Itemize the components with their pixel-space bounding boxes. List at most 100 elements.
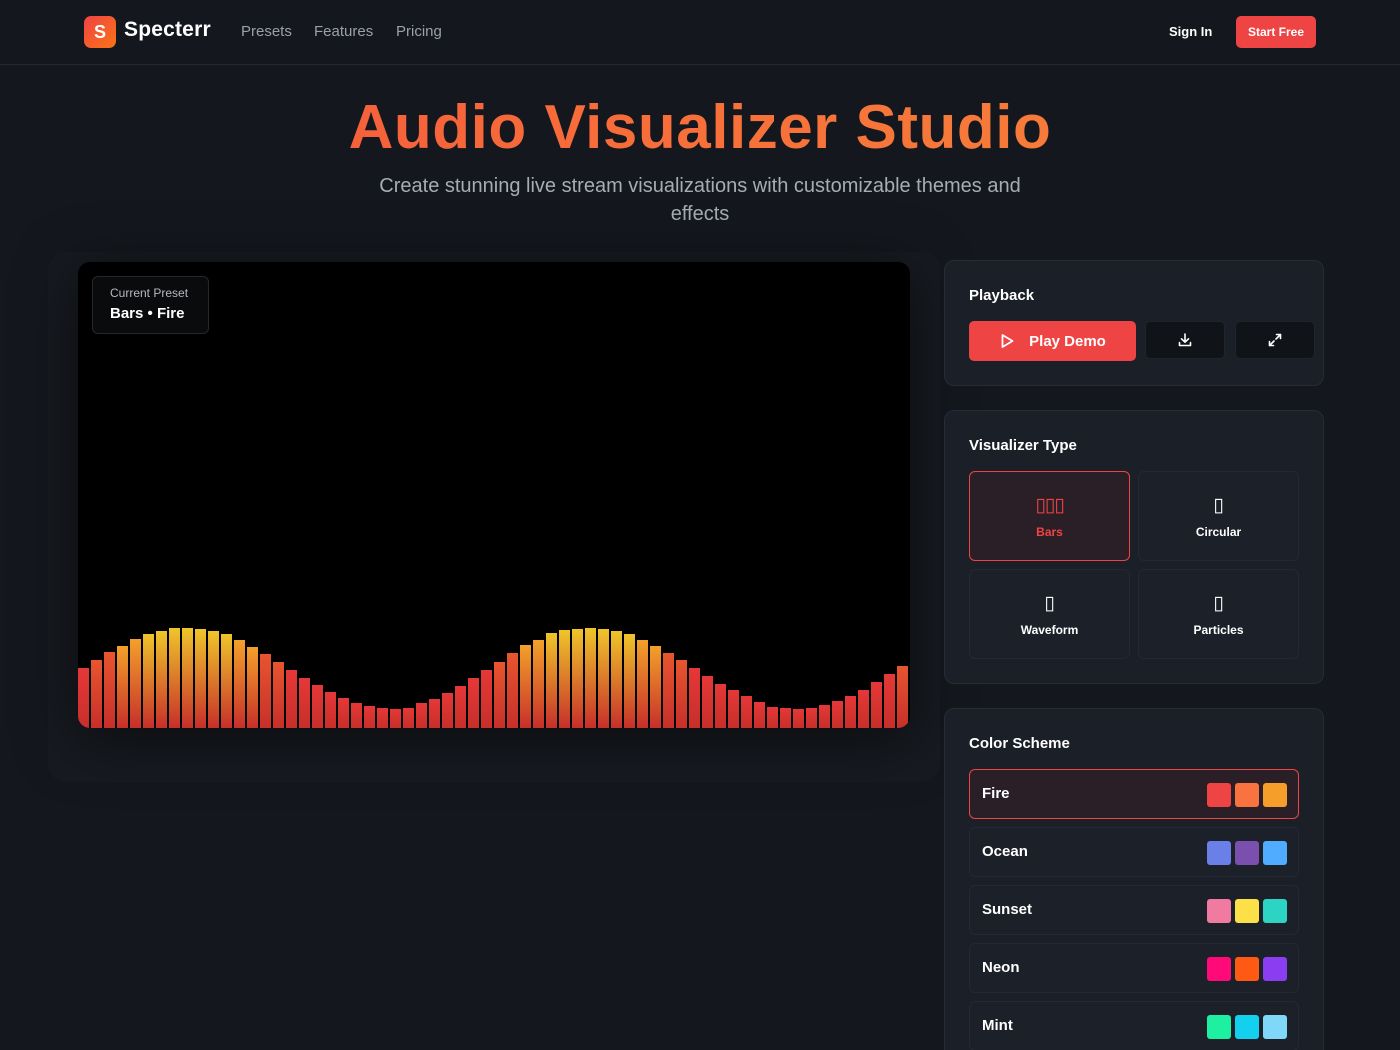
visualizer-bar (494, 662, 505, 728)
visualizer-bar (637, 640, 648, 728)
visualizer-bar (793, 709, 804, 728)
nav-link-pricing[interactable]: Pricing (396, 23, 442, 40)
visualizer-bar (897, 666, 908, 728)
brand-name[interactable]: Specterr (124, 18, 211, 42)
scheme-option-mint[interactable]: Mint (969, 1001, 1299, 1050)
visualizer-bar (728, 690, 739, 728)
visualizer-bar (442, 693, 453, 728)
playback-title: Playback (969, 287, 1035, 304)
visualizer-bar (598, 629, 609, 728)
visualizer-bar (832, 701, 843, 728)
visualizer-bar (338, 698, 349, 728)
visualizer-bar (572, 629, 583, 728)
color-swatch (1235, 783, 1259, 807)
visualizer-bar (312, 685, 323, 728)
nav-link-features[interactable]: Features (314, 23, 373, 40)
color-swatch (1235, 899, 1259, 923)
fullscreen-button[interactable] (1235, 321, 1315, 359)
visualizer-type-panel: Visualizer Type ▯▯▯ Bars ▯ Circular ▯ Wa… (944, 410, 1324, 684)
visualizer-bar (247, 647, 258, 728)
visualizer-bar (403, 708, 414, 728)
visualizer-bar (780, 708, 791, 728)
type-option-label: Waveform (1020, 623, 1079, 637)
visualizer-bar (819, 705, 830, 728)
scheme-option-ocean[interactable]: Ocean (969, 827, 1299, 877)
visualizer-bar (546, 633, 557, 728)
visualizer-bar (806, 708, 817, 728)
color-swatch (1263, 1015, 1287, 1039)
visualizer-bar (130, 639, 141, 728)
visualizer-bar (845, 696, 856, 728)
logo-icon[interactable]: S (84, 16, 116, 48)
scheme-option-neon[interactable]: Neon (969, 943, 1299, 993)
visualizer-bar (676, 660, 687, 728)
visualizer-bar (481, 670, 492, 728)
visualizer-bar (585, 628, 596, 728)
visualizer-bar (858, 690, 869, 728)
type-option-circular[interactable]: ▯ Circular (1138, 471, 1299, 561)
color-swatch (1207, 1015, 1231, 1039)
color-swatch (1235, 957, 1259, 981)
visualizer-bar (689, 668, 700, 728)
visualizer-bar (429, 699, 440, 728)
current-preset-label: Current Preset (110, 286, 189, 300)
visualizer-type-title: Visualizer Type (969, 437, 1077, 454)
visualizer-bar (741, 696, 752, 728)
scheme-name: Fire (982, 785, 1010, 802)
visualizer-bar (78, 668, 89, 728)
visualizer-bar (273, 662, 284, 728)
color-swatch (1235, 1015, 1259, 1039)
visualizer-bar (143, 634, 154, 728)
visualizer-bar (507, 653, 518, 728)
visualizer-bar (468, 678, 479, 728)
playback-panel: Playback Play Demo (944, 260, 1324, 386)
visualizer-bar (377, 708, 388, 728)
visualizer-canvas[interactable]: Current Preset Bars • Fire (78, 262, 910, 728)
play-demo-label: Play Demo (1029, 332, 1106, 350)
visualizer-bar (663, 653, 674, 728)
type-option-particles[interactable]: ▯ Particles (1138, 569, 1299, 659)
play-demo-button[interactable]: Play Demo (969, 321, 1136, 361)
color-scheme-title: Color Scheme (969, 735, 1070, 752)
visualizer-bar (221, 634, 232, 728)
play-icon (1001, 334, 1014, 348)
type-option-waveform[interactable]: ▯ Waveform (969, 569, 1130, 659)
visualizer-bar (455, 686, 466, 728)
page-title: Audio Visualizer Studio (0, 92, 1400, 163)
scheme-option-fire[interactable]: Fire (969, 769, 1299, 819)
visualizer-bar (702, 676, 713, 728)
current-preset-badge: Current Preset Bars • Fire (92, 276, 209, 334)
visualizer-bar (91, 660, 102, 728)
scheme-option-sunset[interactable]: Sunset (969, 885, 1299, 935)
circular-icon: ▯ (1213, 494, 1224, 516)
color-swatch (1207, 841, 1231, 865)
color-swatch (1235, 841, 1259, 865)
visualizer-bar (520, 645, 531, 728)
visualizer-bar (195, 629, 206, 728)
visualizer-bar (611, 631, 622, 728)
color-swatch (1263, 783, 1287, 807)
type-option-label: Circular (1195, 525, 1242, 539)
visualizer-bar (754, 702, 765, 728)
download-icon (1178, 333, 1192, 347)
visualizer-bar (650, 646, 661, 728)
visualizer-bar (325, 692, 336, 728)
color-swatch (1263, 899, 1287, 923)
color-swatch (1207, 957, 1231, 981)
nav-link-presets[interactable]: Presets (241, 23, 292, 40)
start-free-button[interactable]: Start Free (1236, 16, 1316, 48)
visualizer-bar (299, 678, 310, 728)
visualizer-bar (871, 682, 882, 728)
visualizer-bar (104, 652, 115, 728)
download-button[interactable] (1145, 321, 1225, 359)
type-option-label: Particles (1193, 623, 1244, 637)
visualizer-bar (117, 646, 128, 728)
color-swatch (1263, 841, 1287, 865)
sign-in-link[interactable]: Sign In (1169, 24, 1212, 39)
visualizer-bar (286, 670, 297, 728)
type-option-bars[interactable]: ▯▯▯ Bars (969, 471, 1130, 561)
visualizer-bar (234, 640, 245, 728)
type-option-label: Bars (1036, 525, 1063, 539)
visualizer-bar (767, 707, 778, 728)
color-swatch (1207, 899, 1231, 923)
